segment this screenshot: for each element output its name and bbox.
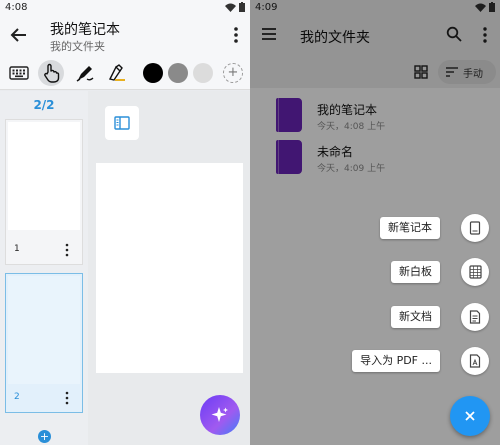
- page-more-icon[interactable]: [64, 243, 70, 257]
- highlighter-icon: [108, 64, 125, 81]
- notebook-title: 我的笔记本: [50, 22, 120, 38]
- folder-subtitle: 我的文件夹: [50, 40, 105, 53]
- page-more-icon[interactable]: [64, 391, 70, 405]
- page-number: 2: [14, 392, 20, 402]
- import-pdf-button[interactable]: [461, 347, 489, 375]
- add-page-button[interactable]: +: [38, 430, 51, 443]
- sparkle-icon: [211, 407, 228, 422]
- notebook-icon: [469, 221, 481, 235]
- new-document-button[interactable]: [461, 303, 489, 331]
- pen-icon: [76, 66, 94, 82]
- pdf-import-icon: [469, 354, 481, 368]
- new-whiteboard-button[interactable]: [461, 258, 489, 286]
- toggle-sidebar-button[interactable]: [105, 106, 139, 140]
- page-thumbnail-preview: [8, 276, 80, 384]
- document-icon: [469, 310, 481, 324]
- close-icon: [465, 411, 475, 421]
- touch-tool-button[interactable]: [38, 60, 64, 86]
- import-pdf-option[interactable]: 导入为 PDF ...: [250, 347, 500, 375]
- plus-icon: +: [227, 65, 239, 80]
- new-notebook-option[interactable]: 新笔记本: [250, 214, 500, 242]
- page-thumbnail-preview: [8, 122, 80, 230]
- ai-assistant-button[interactable]: [200, 395, 240, 435]
- whiteboard-icon: [468, 265, 482, 279]
- more-vert-icon[interactable]: [228, 24, 244, 46]
- color-swatch-light-gray[interactable]: [193, 63, 213, 83]
- notebook-page-canvas[interactable]: [96, 163, 243, 373]
- drawing-toolbar: +: [0, 56, 250, 90]
- battery-icon: [239, 2, 245, 12]
- plus-icon: +: [39, 430, 50, 443]
- hand-touch-icon: [44, 63, 60, 83]
- page-thumbnail-2[interactable]: 2: [5, 273, 83, 413]
- new-whiteboard-option[interactable]: 新白板: [250, 258, 500, 286]
- sidebar-panel-icon: [114, 116, 130, 130]
- page-thumbnail-1[interactable]: 1: [5, 119, 83, 265]
- page-indicator: 2/2: [33, 98, 55, 112]
- notebook-editor-pane: 4:08 我的笔记本 我的文件夹 + 2/2 1 2 +: [0, 0, 250, 445]
- keyboard-icon: [9, 66, 29, 80]
- status-bar: 4:08: [0, 0, 250, 16]
- new-document-label[interactable]: 新文档: [391, 306, 440, 328]
- new-document-option[interactable]: 新文档: [250, 303, 500, 331]
- color-swatch-gray[interactable]: [168, 63, 188, 83]
- folder-pane: 4:09 我的文件夹 手动 我的笔记本 今天，4:08 上午 未命名 今天，4:…: [250, 0, 500, 445]
- page-number: 1: [14, 244, 20, 254]
- highlighter-tool-button[interactable]: [104, 60, 130, 86]
- import-pdf-label[interactable]: 导入为 PDF ...: [352, 350, 440, 372]
- color-swatch-black[interactable]: [143, 63, 163, 83]
- add-color-button[interactable]: +: [223, 63, 243, 83]
- new-whiteboard-label[interactable]: 新白板: [391, 261, 440, 283]
- pen-tool-button[interactable]: [72, 60, 98, 86]
- canvas-area: [88, 91, 250, 445]
- wifi-icon: [225, 3, 236, 12]
- editor-app-bar: 我的笔记本 我的文件夹: [0, 16, 250, 56]
- keyboard-tool-button[interactable]: [6, 60, 32, 86]
- new-notebook-button[interactable]: [461, 214, 489, 242]
- back-arrow-icon[interactable]: [8, 24, 30, 46]
- close-fab-button[interactable]: [450, 396, 490, 436]
- new-notebook-label[interactable]: 新笔记本: [380, 217, 440, 239]
- status-time: 4:08: [5, 2, 28, 13]
- page-thumbnails-panel: 2/2 1 2 +: [0, 91, 88, 445]
